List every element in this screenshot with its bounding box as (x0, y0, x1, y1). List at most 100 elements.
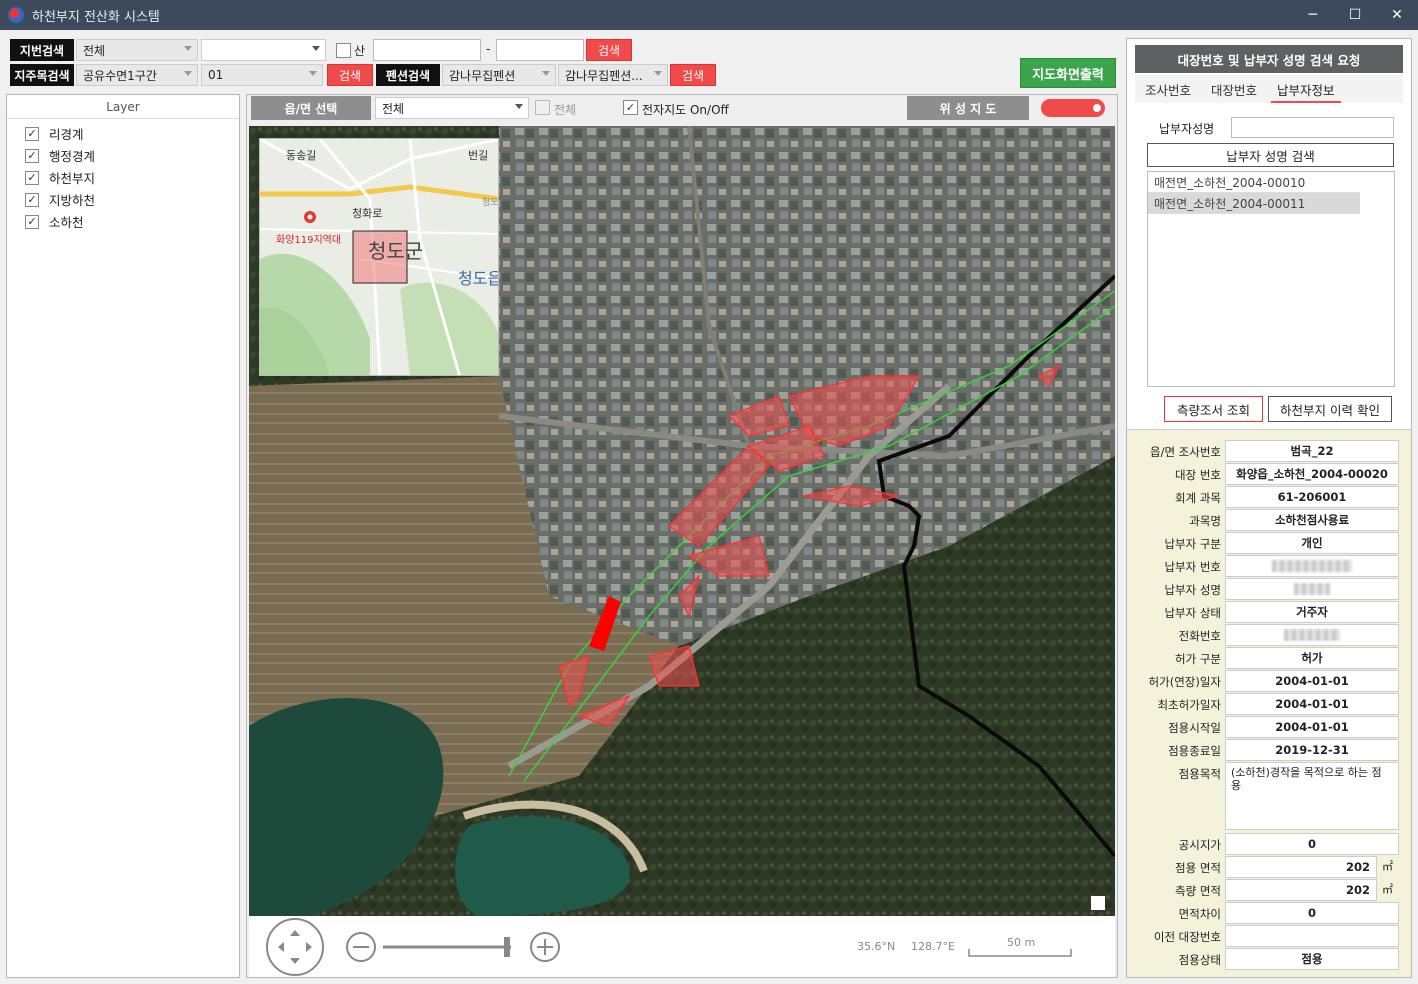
check-icon[interactable]: ✓ (25, 214, 39, 229)
payer-name-search-button[interactable]: 납부자 성명 검색 (1147, 143, 1394, 167)
result-item-selected[interactable]: 매전면_소하천_2004-00011 (1148, 193, 1360, 214)
zoom-slider-handle[interactable] (502, 934, 512, 958)
detail-label: 점용 면적 (1175, 861, 1221, 875)
check-icon[interactable]: ✓ (25, 126, 39, 141)
check-icon[interactable]: ✓ (25, 192, 39, 207)
detail-value[interactable]: 0 (1225, 833, 1399, 855)
detail-value-redacted[interactable] (1225, 578, 1399, 600)
layer-item-small-river[interactable]: ✓ 소하천 (25, 212, 84, 231)
landmark-number-combo[interactable]: 01 (201, 64, 323, 86)
detail-value[interactable]: 개인 (1225, 532, 1399, 554)
layer-item-river-land[interactable]: ✓ 하천부지 (25, 168, 95, 187)
detail-value[interactable]: 범곡_22 (1225, 440, 1399, 462)
detail-label: 납부자 번호 (1164, 560, 1221, 574)
pension-search-button[interactable]: 검색 (670, 64, 716, 86)
detail-form: 읍/면 조사번호 범곡_22 대장 번호 화양읍_소하천_2004-00020 회계… (1127, 429, 1411, 977)
info-panel-title: 대장번호 및 납부자 성명 검색 요청 (1135, 45, 1403, 73)
jibun-sub-input[interactable] (496, 39, 584, 61)
pension-name-value: 감나무집펜션 (449, 68, 516, 83)
check-icon[interactable]: ✓ (25, 170, 39, 185)
maximize-button[interactable]: ☐ (1334, 0, 1376, 30)
survey-record-button[interactable]: 측량조서 조회 (1164, 396, 1263, 422)
river-land-history-button[interactable]: 하천부지 이력 확인 (1268, 396, 1392, 422)
satellite-map-button[interactable]: 위 성 지 도 (907, 96, 1029, 120)
map-toolbar: 읍/면 선택 전체 전체 ✓ 전자지도 On/Off 위 성 지 도 (247, 95, 1117, 125)
detail-row: 회계 과목 61-206001 (1127, 486, 1411, 508)
print-map-button[interactable]: 지도화면출력 (1020, 58, 1116, 88)
close-button[interactable]: ✕ (1376, 0, 1418, 30)
landmark-section-value: 공유수면1구간 (83, 68, 157, 83)
detail-value[interactable]: 화양읍_소하천_2004-00020 (1225, 463, 1399, 485)
detail-label: 허가(연장)일자 (1148, 675, 1221, 689)
detail-value[interactable]: 소하천점사용료 (1225, 509, 1399, 531)
detail-value-redacted[interactable] (1225, 555, 1399, 577)
tab-survey-number[interactable]: 조사번호 (1135, 75, 1201, 103)
detail-row: 납부자 번호 (1127, 555, 1411, 577)
minimap-label-5: 청도읍 (458, 269, 499, 288)
jibun-ri-combo[interactable] (201, 39, 326, 61)
longitude-readout: 128.7°E (911, 940, 955, 953)
detail-value[interactable]: 2004-01-01 (1225, 693, 1399, 715)
zoom-in-button[interactable] (531, 932, 559, 960)
payer-name-input[interactable] (1231, 117, 1394, 138)
minimap-label-1: 동송길 (286, 149, 317, 162)
minimize-button[interactable]: ─ (1292, 0, 1334, 30)
landmark-search-button[interactable]: 검색 (327, 64, 373, 86)
overview-minimap[interactable]: 동송길 청화로 화양119지역대 청도군 청도읍 번길 청도 (259, 138, 499, 376)
detail-value[interactable]: 0 (1225, 902, 1399, 924)
ecmap-checkbox[interactable]: ✓ (623, 100, 638, 115)
redacted-blur (1284, 629, 1340, 641)
san-checkbox[interactable] (336, 43, 351, 58)
jibun-town-combo[interactable]: 전체 (76, 39, 198, 61)
all-checkbox-label: 전체 (554, 103, 577, 117)
jibun-search-button[interactable]: 검색 (586, 39, 632, 61)
detail-value[interactable]: 202 (1225, 856, 1377, 878)
pension-detail-combo[interactable]: 감나무집펜션... (558, 64, 668, 86)
scale-bar-label: 50 m (1007, 936, 1036, 949)
town-select-button[interactable]: 읍/면 선택 (251, 96, 371, 120)
landmark-section-combo[interactable]: 공유수면1구간 (76, 64, 198, 86)
detail-value[interactable]: 2004-01-01 (1225, 670, 1399, 692)
map-canvas[interactable]: 동송길 청화로 화양119지역대 청도군 청도읍 번길 청도 (249, 126, 1115, 916)
detail-row: 허가 구분 허가 (1127, 647, 1411, 669)
chevron-down-icon (542, 71, 550, 76)
detail-value[interactable]: 거주자 (1225, 601, 1399, 623)
check-icon[interactable]: ✓ (25, 148, 39, 163)
all-checkbox[interactable] (535, 100, 550, 115)
satellite-toggle[interactable] (1041, 99, 1105, 117)
detail-value[interactable]: 2004-01-01 (1225, 716, 1399, 738)
tab-payer-info[interactable]: 납부자정보 (1267, 75, 1345, 103)
landmark-number-value: 01 (208, 68, 224, 82)
redacted-blur (1272, 560, 1352, 572)
minimap-label-2: 청화로 (352, 207, 383, 220)
detail-row: 최초허가일자 2004-01-01 (1127, 693, 1411, 715)
pension-name-combo[interactable]: 감나무집펜션 (442, 64, 556, 86)
layer-label: 소하천 (49, 215, 84, 230)
zoom-out-button[interactable] (347, 932, 375, 960)
payer-name-label: 납부자성명 (1159, 122, 1215, 136)
detail-value[interactable] (1225, 925, 1399, 947)
layer-item-admin-boundary[interactable]: ✓ 행정경계 (25, 146, 95, 165)
town-combo[interactable]: 전체 (375, 97, 529, 119)
tab-ledger-number[interactable]: 대장번호 (1201, 75, 1267, 103)
result-item[interactable]: 매전면_소하천_2004-00010 (1148, 172, 1360, 193)
detail-label: 점용시작일 (1168, 721, 1221, 735)
layer-label: 지방하천 (49, 193, 96, 208)
chevron-down-icon (515, 104, 523, 109)
jibun-main-input[interactable] (373, 39, 481, 61)
detail-value[interactable]: 202 (1225, 879, 1377, 901)
detail-row: 이전 대장번호 (1127, 925, 1411, 947)
detail-value[interactable]: 2019-12-31 (1225, 739, 1399, 761)
jibun-town-value: 전체 (83, 43, 106, 58)
detail-value-redacted[interactable] (1225, 624, 1399, 646)
detail-label: 읍/면 조사번호 (1149, 445, 1221, 459)
detail-row: 납부자 상태 거주자 (1127, 601, 1411, 623)
purpose-textarea[interactable]: (소하천)경작을 목적으로 하는 점용 (1225, 762, 1399, 830)
layer-item-local-river[interactable]: ✓ 지방하천 (25, 190, 95, 209)
detail-value[interactable]: 61-206001 (1225, 486, 1399, 508)
layer-item-ri-boundary[interactable]: ✓ 리경계 (25, 124, 84, 143)
detail-value[interactable]: 허가 (1225, 647, 1399, 669)
layer-label: 행정경계 (49, 149, 96, 164)
minimap-label-3: 화양119지역대 (276, 235, 342, 246)
detail-value[interactable]: 점용 (1225, 948, 1399, 970)
